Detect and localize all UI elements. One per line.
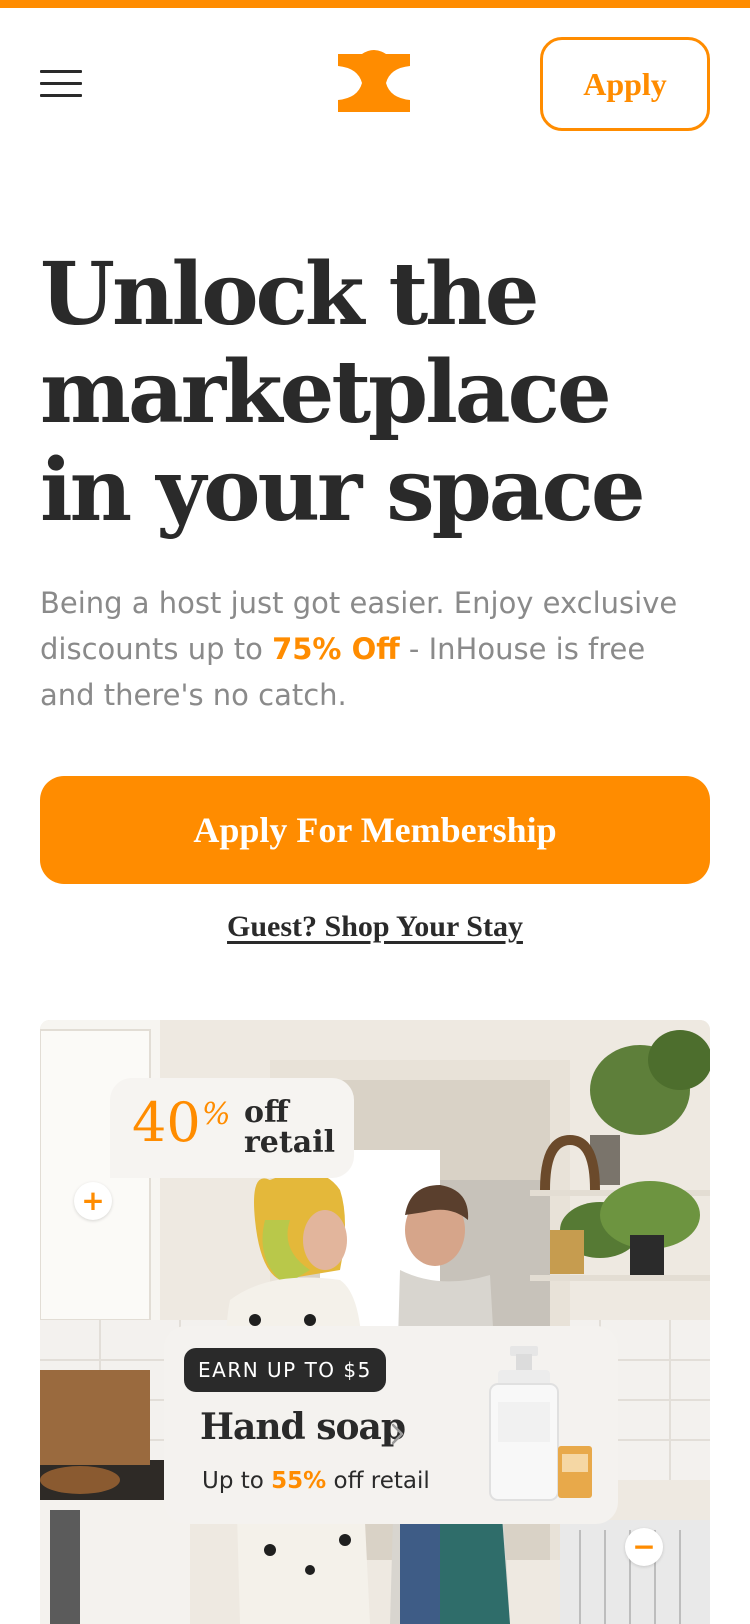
discount-value: 40 [132,1091,201,1154]
menu-icon[interactable] [40,70,82,100]
hero-title-line: marketplace [40,342,612,443]
earn-badge: EARN UP TO $5 [184,1348,386,1392]
inhouse-logo[interactable] [332,46,416,120]
hero-title-line: in your space [40,440,646,541]
plus-icon[interactable]: + [74,1182,112,1220]
product-discount-text: Up to [202,1468,272,1494]
discount-label: off retail [244,1098,344,1158]
product-discount-value: 55% [271,1468,327,1494]
product-name: Hand soap [200,1406,406,1448]
site-header: Apply [0,8,750,158]
hero-title-line: Unlock the [40,244,539,345]
guest-shop-link[interactable]: Guest? Shop Your Stay [0,910,750,944]
minus-icon[interactable]: − [625,1528,663,1566]
hand-soap-image [489,1346,592,1501]
discount-highlight: 75% Off [272,632,400,666]
chevron-right-icon [391,1423,404,1445]
hero-title: Unlock the marketplace in your space [40,246,720,540]
discount-card: 40 % off retail [110,1078,354,1178]
top-accent-bar [0,0,750,8]
hero-subtitle: Being a host just got easier. Enjoy excl… [40,580,680,718]
apply-button[interactable]: Apply [540,37,710,131]
apply-membership-button[interactable]: Apply For Membership [40,776,710,884]
product-discount: Up to 55% off retail [202,1468,430,1494]
discount-symbol: % [202,1097,231,1132]
discount-label-line: retail [244,1125,335,1160]
product-card[interactable]: EARN UP TO $5 Hand soap Up to 55% off re… [164,1326,618,1524]
product-discount-text: off retail [326,1468,430,1494]
